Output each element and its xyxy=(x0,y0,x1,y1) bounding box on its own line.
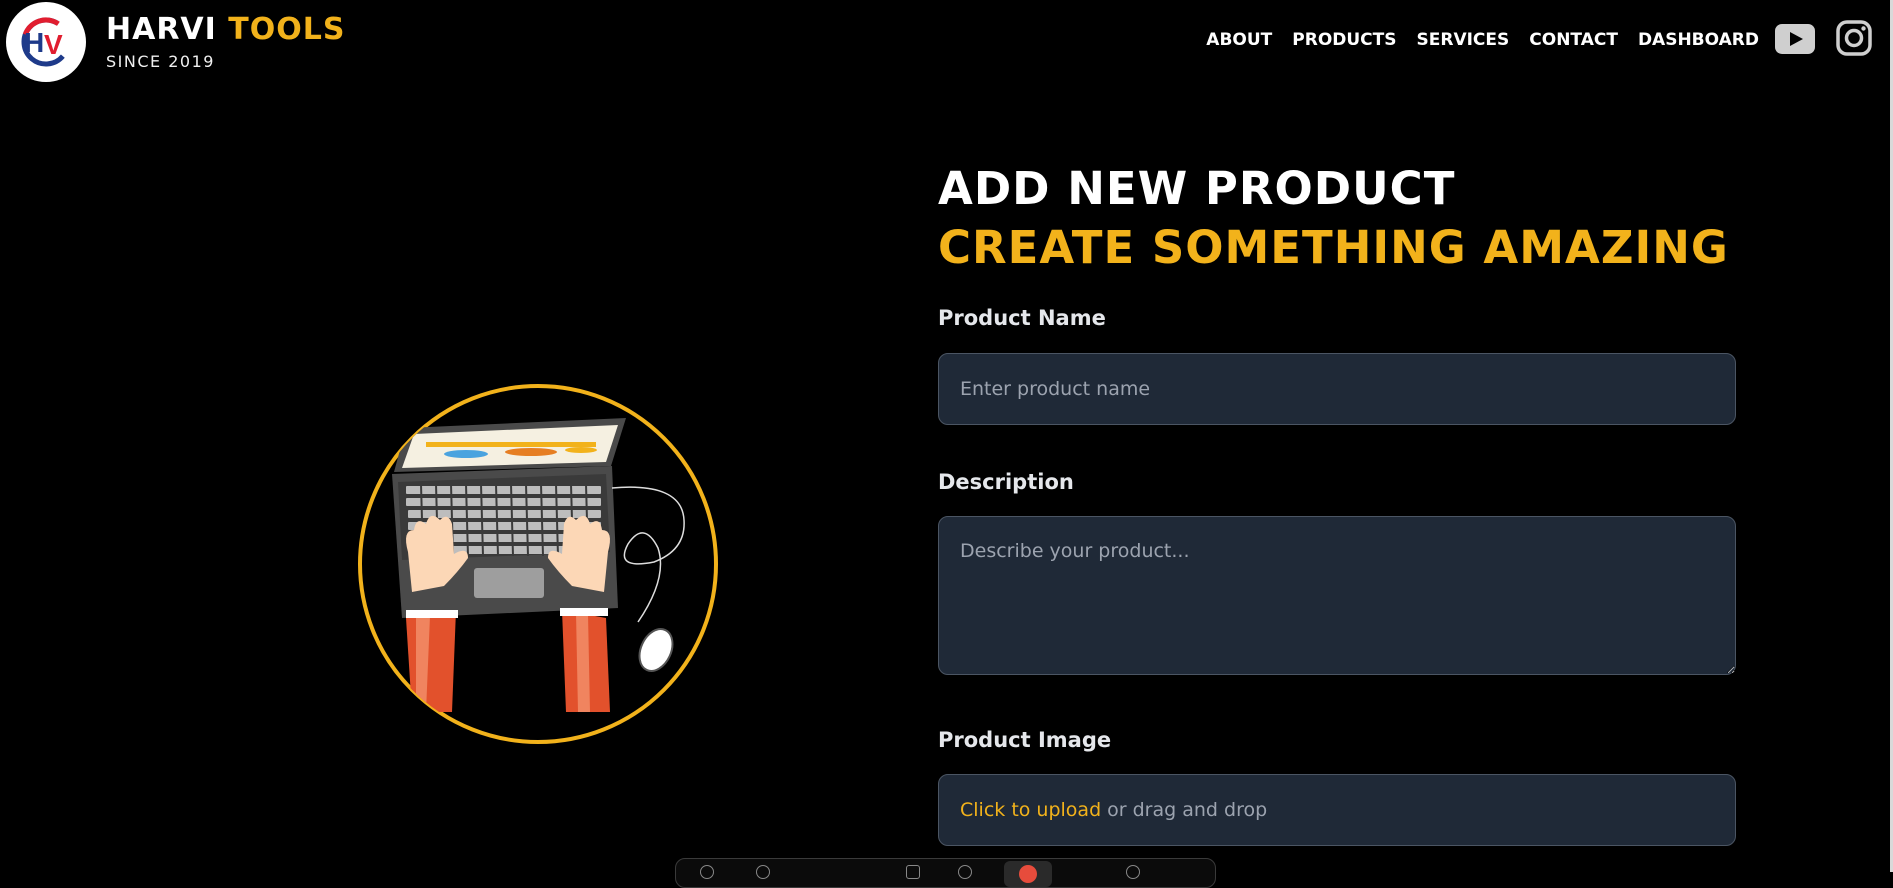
upload-link[interactable]: Click to upload xyxy=(960,799,1101,821)
nav-services[interactable]: SERVICES xyxy=(1417,30,1510,50)
product-image-label: Product Image xyxy=(938,728,1112,752)
toolbar-tool-icon[interactable] xyxy=(906,865,920,879)
floating-toolbar xyxy=(675,858,1216,888)
record-icon[interactable] xyxy=(1019,865,1037,883)
brand-logo[interactable]: H V xyxy=(6,2,86,82)
nav-contact[interactable]: CONTACT xyxy=(1529,30,1618,50)
svg-text:H: H xyxy=(24,27,44,58)
toolbar-tool-icon[interactable] xyxy=(1126,865,1140,879)
product-name-input[interactable] xyxy=(938,353,1736,425)
instagram-link[interactable] xyxy=(1836,20,1872,60)
brand-subtitle: SINCE 2019 xyxy=(106,52,215,71)
instagram-icon xyxy=(1836,20,1872,56)
page-title: ADD NEW PRODUCT xyxy=(938,162,1456,215)
toolbar-tool-icon[interactable] xyxy=(700,865,714,879)
nav-dashboard[interactable]: DASHBOARD xyxy=(1638,30,1759,50)
page-subtitle: CREATE SOMETHING AMAZING xyxy=(938,221,1729,274)
nav-products[interactable]: PRODUCTS xyxy=(1292,30,1396,50)
product-name-label: Product Name xyxy=(938,306,1106,330)
toolbar-tool-icon[interactable] xyxy=(756,865,770,879)
laptop-hands-icon xyxy=(358,384,718,744)
brand-title-main: HARVI xyxy=(106,12,217,47)
nav-about[interactable]: ABOUT xyxy=(1206,30,1272,50)
image-upload-dropzone[interactable]: Click to upload or drag and drop xyxy=(938,774,1736,846)
upload-hint: or drag and drop xyxy=(1107,799,1268,821)
main-nav: ABOUT PRODUCTS SERVICES CONTACT DASHBOAR… xyxy=(1206,30,1759,50)
laptop-illustration xyxy=(356,382,720,750)
brand-title: HARVI TOOLS xyxy=(106,12,345,47)
description-label: Description xyxy=(938,470,1074,494)
svg-text:V: V xyxy=(44,29,63,60)
toolbar-tool-icon[interactable] xyxy=(958,865,972,879)
youtube-icon xyxy=(1775,24,1815,54)
brand-title-accent: TOOLS xyxy=(228,12,346,47)
youtube-link[interactable] xyxy=(1775,24,1815,58)
logo-mark-icon: H V xyxy=(21,17,71,67)
description-textarea[interactable] xyxy=(938,516,1736,675)
